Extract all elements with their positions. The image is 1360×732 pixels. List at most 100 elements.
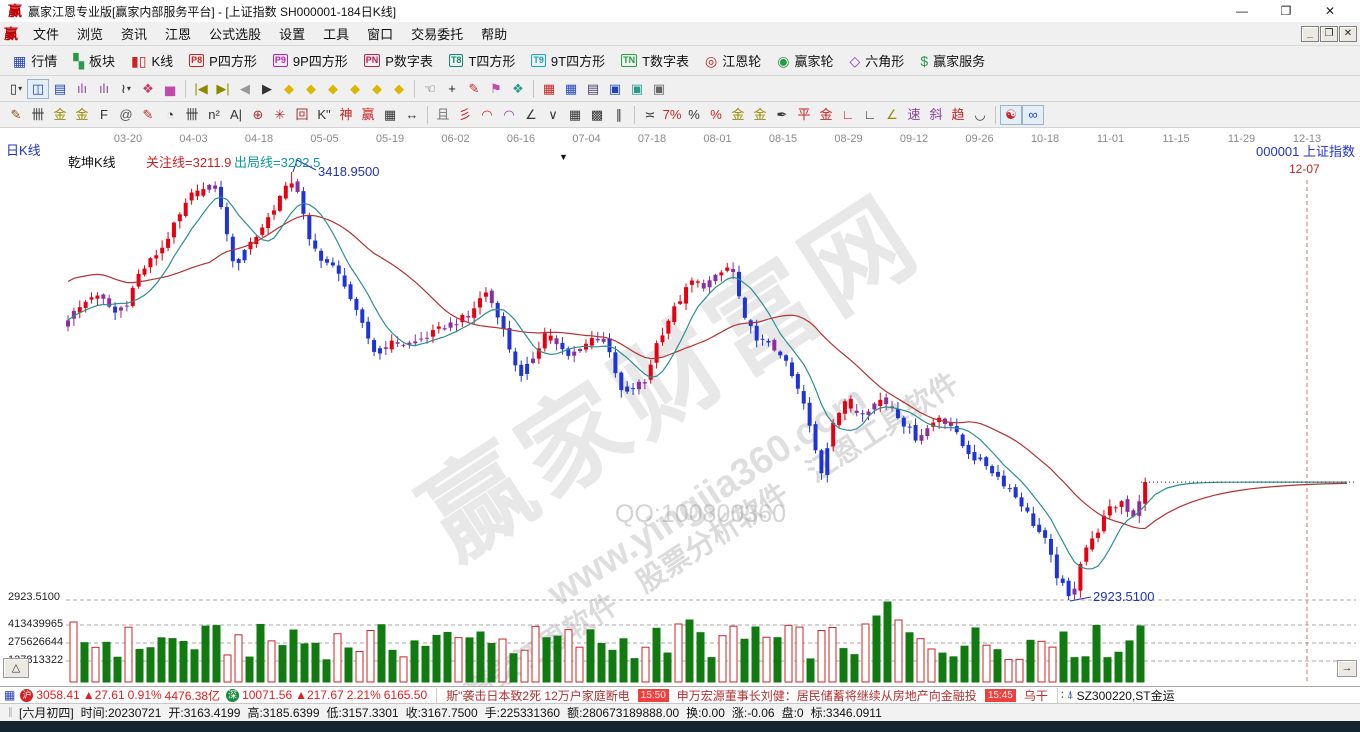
last-page-button[interactable]: ▶| xyxy=(212,79,234,99)
close-button[interactable]: ✕ xyxy=(1308,4,1352,18)
stock-list-button[interactable]: ▤ xyxy=(49,79,71,99)
v-line-tool[interactable]: ∨ xyxy=(542,105,564,125)
candle-style-selector-dropdown[interactable]: ▾ xyxy=(127,84,131,93)
scroll-up-button[interactable]: △ xyxy=(3,658,29,678)
child-close-button[interactable]: ✕ xyxy=(1339,26,1357,42)
bar-width-tool[interactable]: ↔ xyxy=(401,105,423,125)
scroll-right-button[interactable]: → xyxy=(1337,660,1357,677)
save-button[interactable]: ▣ xyxy=(604,79,626,99)
sectors-button[interactable]: ▚板块 xyxy=(65,48,123,73)
info-window-toggle[interactable]: ◫ xyxy=(27,79,49,99)
news-item[interactable]: 申万宏源董事长刘健：居民储蓄将继续从房地产向金融投 xyxy=(677,687,977,704)
notes-button[interactable]: ▤ xyxy=(582,79,604,99)
ying-tool[interactable]: 赢 xyxy=(357,105,379,125)
gann-fan-circle-tool[interactable]: ⊕ xyxy=(247,105,269,125)
golden-section-a-tool[interactable]: 金 xyxy=(49,105,71,125)
price-grid-tool[interactable]: 卌 xyxy=(181,105,203,125)
center-view-button[interactable]: ◆ xyxy=(344,79,366,99)
t-table-button[interactable]: TNT数字表 xyxy=(613,48,697,73)
menu-item-资讯[interactable]: 资讯 xyxy=(112,21,156,46)
golden-section-b-tool[interactable]: 金 xyxy=(71,105,93,125)
parallel-lines-tool[interactable]: ∥ xyxy=(608,105,630,125)
child-minimize-button[interactable]: _ xyxy=(1301,26,1319,42)
winner-service-button[interactable]: $赢家服务 xyxy=(912,48,993,73)
menu-item-公式选股[interactable]: 公式选股 xyxy=(200,21,270,46)
crosshair-tool[interactable]: + xyxy=(441,79,463,99)
menu-item-窗口[interactable]: 窗口 xyxy=(358,21,402,46)
square-of-nine-tool[interactable]: n² xyxy=(203,105,225,125)
minimize-button[interactable]: — xyxy=(1220,4,1264,18)
hand-tool[interactable]: ☜ xyxy=(419,79,441,99)
spiral-tool[interactable]: @ xyxy=(115,105,137,125)
percent-line-tool[interactable]: % xyxy=(705,105,727,125)
9p-square-button[interactable]: P99P四方形 xyxy=(265,48,356,73)
fit-width-button[interactable]: ◆ xyxy=(322,79,344,99)
grid-b-tool[interactable]: ▩ xyxy=(586,105,608,125)
level-tool[interactable]: 平 xyxy=(793,105,815,125)
calendar-button[interactable]: ▦ xyxy=(538,79,560,99)
red-marker-tool[interactable]: ✎ xyxy=(137,105,159,125)
prev-button[interactable]: ◀ xyxy=(234,79,256,99)
t-square-button[interactable]: T8T四方形 xyxy=(441,48,523,73)
hexagon-button[interactable]: ◇六角形 xyxy=(842,48,913,73)
menu-item-文件[interactable]: 文件 xyxy=(24,21,68,46)
next-button[interactable]: ▶ xyxy=(256,79,278,99)
taichi-toggle[interactable]: ☯ xyxy=(1000,105,1022,125)
quotes-button[interactable]: ▦行情 xyxy=(5,48,65,73)
kline-period-selector-dropdown[interactable]: ▾ xyxy=(18,84,22,93)
menu-item-浏览[interactable]: 浏览 xyxy=(68,21,112,46)
speed-fan-tool[interactable]: 彡 xyxy=(454,105,476,125)
square-spiral-tool[interactable]: 回 xyxy=(291,105,313,125)
menu-item-交易委托[interactable]: 交易委托 xyxy=(402,21,472,46)
arc-a-tool[interactable]: ◠ xyxy=(476,105,498,125)
child-restore-button[interactable]: ❐ xyxy=(1320,26,1338,42)
wave-tool[interactable]: ◡ xyxy=(969,105,991,125)
sh-index-value[interactable]: 3058.41 xyxy=(36,688,79,702)
pattern-button[interactable]: ❖ xyxy=(137,79,159,99)
scale-tool[interactable]: ≍ xyxy=(639,105,661,125)
percent-7-tool[interactable]: 7% xyxy=(661,105,683,125)
color-chart-button[interactable]: ▅ xyxy=(159,79,181,99)
pencil-tool[interactable]: ✎ xyxy=(5,105,27,125)
number-grid-tool[interactable]: ▦ xyxy=(379,105,401,125)
print-button[interactable]: ▣ xyxy=(648,79,670,99)
mirror-tool[interactable]: A| xyxy=(225,105,247,125)
pen-tool[interactable]: ✒ xyxy=(771,105,793,125)
gann-wheel-tool[interactable]: ✳ xyxy=(269,105,291,125)
golden-ring-tool[interactable]: 金 xyxy=(727,105,749,125)
market-grid-icon[interactable]: ▦ xyxy=(4,688,15,702)
p-square-button[interactable]: P8P四方形 xyxy=(181,48,265,73)
time-cycle-tool[interactable]: ◔ xyxy=(159,105,181,125)
candlestick-chart[interactable] xyxy=(0,128,1360,686)
k-notation-tool[interactable]: K" xyxy=(313,105,335,125)
calculator-button[interactable]: ▦ xyxy=(560,79,582,99)
flag-tool[interactable]: ⚑ xyxy=(485,79,507,99)
infinity-toggle[interactable]: ∞ xyxy=(1022,105,1044,125)
export-button[interactable]: ▣ xyxy=(626,79,648,99)
kline-button[interactable]: ▮▯K线 xyxy=(123,48,181,73)
expand-bars-button[interactable]: ◆ xyxy=(300,79,322,99)
shen-tool[interactable]: 神 xyxy=(335,105,357,125)
golden-line-tool[interactable]: 金 xyxy=(749,105,771,125)
speed-tool[interactable]: 速 xyxy=(903,105,925,125)
news-ticker[interactable]: 斯"袭击日本致2死 12万户家庭断电 15:50 申万宏源董事长刘健：居民储蓄将… xyxy=(436,688,1058,703)
menu-item-设置[interactable]: 设置 xyxy=(270,21,314,46)
compress-bars-button[interactable]: ◆ xyxy=(278,79,300,99)
menu-item-帮助[interactable]: 帮助 xyxy=(472,21,516,46)
trend-tool[interactable]: 趋 xyxy=(947,105,969,125)
minute-chart-9-button[interactable]: ılı xyxy=(93,79,115,99)
first-page-button[interactable]: |◀ xyxy=(190,79,212,99)
fibonacci-tool[interactable]: F xyxy=(93,105,115,125)
full-view-button[interactable]: ◆ xyxy=(388,79,410,99)
news-item[interactable]: 斯"袭击日本致2死 12万户家庭断电 xyxy=(446,687,630,704)
analyze-tool[interactable]: ❖ xyxy=(507,79,529,99)
p-table-button[interactable]: PNP数字表 xyxy=(356,48,441,73)
f-angle-tool[interactable]: ∟ xyxy=(859,105,881,125)
annotate-tool[interactable]: ✎ xyxy=(463,79,485,99)
minute-chart-3-button[interactable]: ılı xyxy=(71,79,93,99)
news-item[interactable]: 乌干 xyxy=(1024,687,1048,704)
gann-wheel-button[interactable]: ◎江恩轮 xyxy=(697,48,769,73)
sz-index-value[interactable]: 10071.56 xyxy=(242,688,292,702)
percent-tool[interactable]: % xyxy=(683,105,705,125)
arc-b-tool[interactable]: ◠ xyxy=(498,105,520,125)
